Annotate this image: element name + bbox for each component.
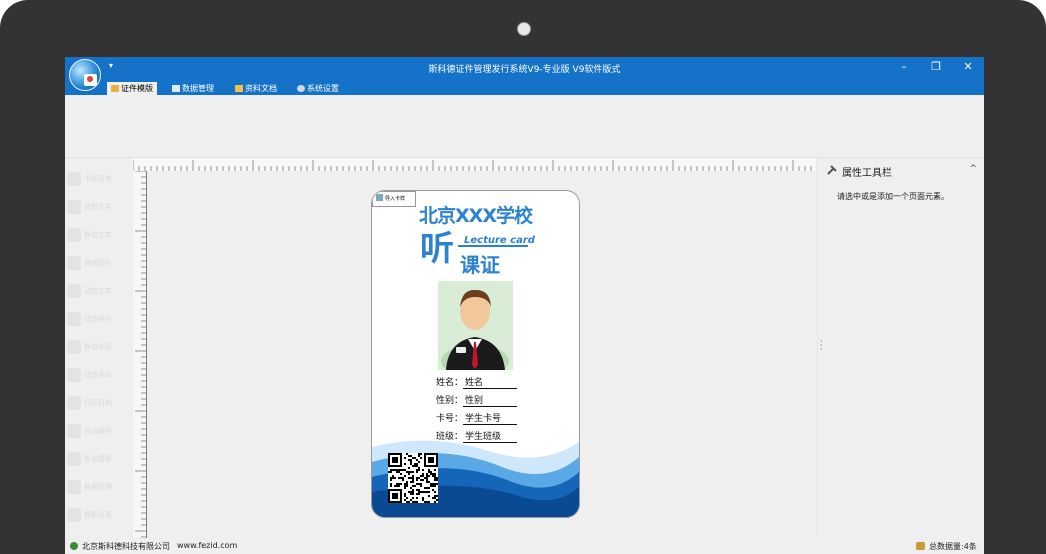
tool-label: 静态文本 [84, 231, 112, 239]
template-settings-icon [67, 508, 81, 522]
window-title: 斯科德证件管理发行系统V9-专业版 V9软件版式 [428, 65, 621, 75]
static-barcode-icon [67, 340, 81, 354]
collapse-button[interactable]: ^ [969, 164, 977, 174]
camera-icon [517, 22, 531, 36]
data-icon [172, 85, 180, 92]
field-card-number[interactable]: 卡号： 学生卡号 [436, 411, 518, 425]
static-image-icon [67, 256, 81, 270]
total-records: 总数据量:4条 [929, 542, 977, 551]
panel-splitter[interactable]: · · · [820, 338, 823, 354]
tool-signature[interactable]: 签名模板 [67, 452, 112, 468]
person-avatar-icon [441, 289, 509, 377]
field-label: 性别： [436, 396, 464, 406]
minimize-button[interactable]: – [892, 60, 916, 73]
tool-static-barcode[interactable]: 静态条码 [67, 340, 112, 356]
lecture-card-title: 课证 [460, 253, 500, 277]
card-sample-icon [376, 194, 383, 201]
app-window: ▾ 斯科德证件管理发行系统V9-专业版 V9软件版式 – ❐ ✕ 证件模版 数据… [65, 57, 984, 554]
tool-label: 动态文本 [84, 287, 112, 295]
static-text-icon [67, 228, 81, 242]
horizontal-ruler [133, 158, 816, 172]
dynamic-photo-icon [67, 312, 81, 326]
tab-template[interactable]: 证件模版 [107, 82, 157, 95]
field-label: 卡号： [436, 414, 464, 424]
dynamic-text-icon [67, 284, 81, 298]
tool-auto-number[interactable]: 自动编号 [67, 424, 112, 440]
tab-label: 证件模版 [121, 84, 153, 93]
tool-print-date[interactable]: 打印日期 [67, 396, 112, 412]
field-value: 性别 [463, 393, 518, 407]
tools-icon [827, 165, 837, 175]
foreground-icon [67, 200, 81, 214]
tool-label: 自动编号 [84, 427, 112, 435]
field-value: 学生卡号 [463, 411, 518, 425]
field-gender[interactable]: 性别： 性别 [436, 393, 518, 407]
toolbox: 卡面背景 前景文件 静态文本 静态图片 动态文本 动态照片 静态条码 动态条码 … [65, 162, 130, 542]
lecture-big-char: 听 [420, 229, 454, 269]
tool-static-image[interactable]: 静态图片 [67, 256, 112, 272]
database-icon [916, 542, 925, 550]
tool-dynamic-photo[interactable]: 动态照片 [67, 312, 112, 328]
properties-panel: 属性工具栏 ^ 请选中或是添加一个页面元素。 · · · [817, 158, 984, 542]
tool-data-manage[interactable]: 数据管理 [67, 480, 112, 496]
template-icon [111, 85, 119, 92]
dynamic-barcode-icon [67, 368, 81, 382]
card-background-icon [67, 172, 81, 186]
field-name[interactable]: 姓名： 姓名 [436, 375, 518, 389]
vertical-ruler [133, 171, 147, 540]
tool-label: 打印日期 [84, 399, 112, 407]
close-button[interactable]: ✕ [956, 60, 980, 73]
signature-icon [67, 452, 81, 466]
tab-settings[interactable]: 系统设置 [293, 82, 343, 95]
document-icon [235, 85, 243, 92]
tool-template-settings[interactable]: 模板设置 [67, 508, 112, 524]
tool-label: 动态照片 [84, 315, 112, 323]
tool-label: 卡面背景 [84, 175, 112, 183]
tool-dynamic-barcode[interactable]: 动态条码 [67, 368, 112, 384]
lecture-card-subtitle: Lecture card [464, 235, 535, 246]
tool-label: 动态条码 [84, 371, 112, 379]
tab-label: 资料文档 [245, 84, 277, 93]
tool-static-text[interactable]: 静态文本 [67, 228, 112, 244]
properties-title: 属性工具栏 [842, 168, 892, 179]
school-name: 北京XXX学校 [419, 205, 533, 227]
title-bar: ▾ 斯科德证件管理发行系统V9-专业版 V9软件版式 – ❐ ✕ [65, 57, 984, 81]
ribbon-panel [65, 95, 984, 158]
qr-code-icon [388, 453, 438, 503]
tool-card-background[interactable]: 卡面背景 [67, 172, 112, 188]
tool-label: 签名模板 [84, 455, 112, 463]
tab-documents[interactable]: 资料文档 [231, 82, 281, 95]
company-name: 北京斯科德科技有限公司 [82, 542, 170, 551]
photo-placeholder[interactable] [438, 281, 513, 377]
restore-button[interactable]: ❐ [924, 60, 948, 73]
tool-label: 前景文件 [84, 203, 112, 211]
tab-data[interactable]: 数据管理 [168, 82, 218, 95]
auto-number-icon [67, 424, 81, 438]
properties-message: 请选中或是添加一个页面元素。 [837, 192, 949, 201]
tool-label: 静态图片 [84, 259, 112, 267]
tool-label: 模板设置 [84, 511, 112, 519]
company-logo-icon [70, 542, 78, 550]
tool-label: 数据管理 [84, 483, 112, 491]
tool-foreground[interactable]: 前景文件 [67, 200, 112, 216]
field-value: 姓名 [463, 375, 518, 389]
app-logo[interactable] [69, 59, 101, 91]
tool-dynamic-text[interactable]: 动态文本 [67, 284, 112, 300]
company-url[interactable]: www.fezid.com [177, 541, 237, 550]
ribbon-tabs: 证件模版 数据管理 资料文档 系统设置 [65, 81, 984, 95]
print-date-icon [67, 396, 81, 410]
field-label: 姓名： [436, 378, 464, 388]
tab-label: 系统设置 [307, 84, 339, 93]
id-card-preview[interactable]: 导入卡样 北京XXX学校 Lecture card 听 课证 姓名： 姓名 性别：… [371, 190, 580, 518]
status-bar: 北京斯科德科技有限公司 www.fezid.com 总数据量:4条 [65, 538, 984, 554]
tab-label: 数据管理 [182, 84, 214, 93]
data-manage-icon [67, 480, 81, 494]
settings-icon [297, 85, 305, 92]
tool-label: 静态条码 [84, 343, 112, 351]
